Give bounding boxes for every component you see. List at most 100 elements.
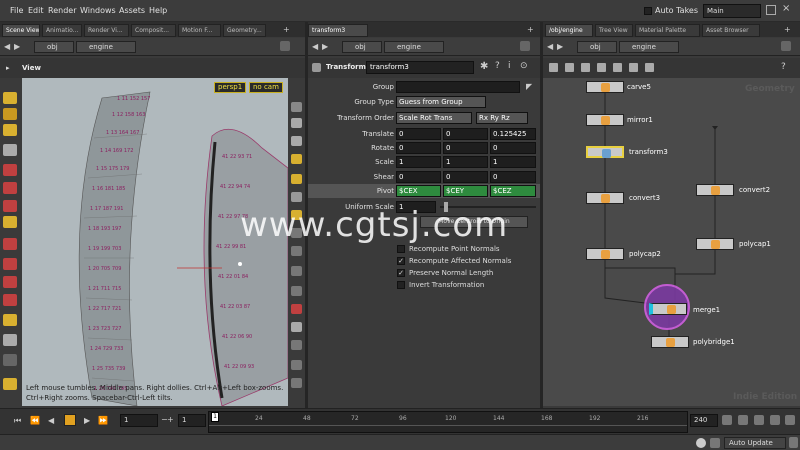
tab-render-view[interactable]: Render Vi... [84, 24, 129, 37]
menu-assets[interactable]: Assets [119, 6, 145, 15]
node-merge1[interactable] [649, 303, 687, 315]
tab-obj-engine[interactable]: /obj/engine [545, 24, 593, 37]
group-type-select[interactable]: Guess from Group [396, 96, 486, 108]
bulb-icon[interactable] [291, 174, 302, 184]
snap-tool-icon[interactable] [3, 258, 17, 270]
checkmark-icon[interactable]: ✓ [397, 269, 405, 277]
handle-tool-icon[interactable] [3, 216, 17, 228]
audio-icon[interactable] [754, 415, 764, 425]
menu-render[interactable]: Render [48, 6, 76, 15]
rotate-x-field[interactable]: 0 [396, 142, 441, 154]
close-icon[interactable]: × [782, 3, 790, 14]
zoom-icon[interactable] [645, 63, 654, 72]
start-frame-field[interactable]: 1 [178, 414, 206, 427]
recompute-point-normals-checkbox[interactable]: Recompute Point Normals [397, 245, 500, 253]
grid-snap-icon[interactable] [3, 276, 17, 288]
menu-windows[interactable]: Windows [80, 6, 116, 15]
select-groups-icon[interactable] [3, 108, 17, 120]
playhead-marker[interactable]: 1 [211, 412, 219, 422]
magnet-tool-icon[interactable] [3, 238, 17, 250]
back-icon[interactable]: ◀ [312, 42, 318, 51]
auto-takes-checkbox[interactable] [644, 7, 652, 15]
hidden-lines-icon[interactable] [291, 304, 302, 314]
tab-animation[interactable]: Animatio... [42, 24, 82, 37]
viewport-menu-icon[interactable]: ▸ [6, 64, 10, 72]
tab-geometry[interactable]: Geometry... [223, 24, 266, 37]
scale-y-field[interactable]: 1 [443, 156, 488, 168]
menu-help[interactable]: Help [149, 6, 167, 15]
keys-icon[interactable] [738, 415, 748, 425]
forward-icon[interactable]: ▶ [322, 42, 328, 51]
tab-motion-fx[interactable]: Motion F... [178, 24, 221, 37]
preserve-normal-length-checkbox[interactable]: ✓ Preserve Normal Length [397, 269, 493, 277]
network-editor[interactable]: carve5 mirror1 transform3 convert3 conve… [543, 78, 800, 406]
tab-material-palette[interactable]: Material Palette [635, 24, 700, 37]
translate-z-field[interactable]: 0.125425 [490, 128, 536, 140]
shading-icon[interactable] [291, 192, 302, 202]
step-back-icon[interactable]: ⏪ [30, 416, 40, 425]
pivot-y-field[interactable]: $CEY [443, 185, 488, 197]
quickmark-icon[interactable] [629, 63, 638, 72]
path-obj[interactable]: obj [34, 41, 74, 53]
scale-x-field[interactable]: 1 [396, 156, 441, 168]
play-reverse-icon[interactable]: ◀ [48, 416, 54, 425]
node-polybridge1[interactable] [651, 336, 689, 348]
current-frame-field[interactable]: 1 [120, 414, 158, 427]
path-obj[interactable]: obj [342, 41, 382, 53]
scale-z-field[interactable]: 1 [490, 156, 536, 168]
tree-icon[interactable] [613, 63, 622, 72]
point-numbers-icon[interactable] [291, 266, 302, 276]
camera-menu[interactable]: persp1 [214, 82, 247, 93]
info-icon[interactable]: i [508, 61, 511, 71]
pose-tool-icon[interactable] [3, 314, 17, 326]
forward-icon[interactable]: ▶ [557, 42, 563, 51]
node-polycap1[interactable] [696, 238, 734, 250]
tab-scene-view[interactable]: Scene View [2, 24, 40, 37]
add-tab-icon[interactable]: + [283, 25, 290, 34]
tab-composite[interactable]: Composit... [131, 24, 176, 37]
ghost-icon[interactable] [291, 136, 302, 146]
node-carve5[interactable] [586, 81, 624, 93]
node-convert2[interactable] [696, 184, 734, 196]
pivot-z-field[interactable]: $CEZ [490, 185, 536, 197]
tab-transform3[interactable]: transform3 [308, 24, 368, 37]
node-mirror1[interactable] [586, 114, 624, 126]
select-arrow-icon[interactable]: ◤ [526, 82, 532, 91]
pin-icon[interactable] [280, 41, 290, 51]
pointer-tool-icon[interactable] [3, 144, 17, 156]
no-cam-menu[interactable]: no cam [249, 82, 283, 93]
camera-tool-icon[interactable] [3, 354, 17, 366]
view-tool-icon[interactable] [3, 334, 17, 346]
path-engine[interactable]: engine [384, 41, 444, 53]
rotate-tool-icon[interactable] [3, 182, 17, 194]
desktop-select[interactable]: Main [703, 4, 761, 18]
frame-increment-icon[interactable]: + [167, 415, 174, 424]
tab-tree-view[interactable]: Tree View [595, 24, 633, 37]
lock-icon[interactable]: ⊙ [520, 61, 528, 71]
jump-start-icon[interactable]: ⏮ [14, 416, 21, 426]
shear-x-field[interactable]: 0 [396, 171, 441, 183]
select-points-icon[interactable] [3, 124, 17, 136]
performance-icon[interactable] [710, 438, 720, 448]
stop-icon[interactable] [64, 414, 76, 426]
step-forward-icon[interactable]: ⏩ [98, 416, 108, 425]
add-tab-icon[interactable]: + [784, 25, 791, 34]
node-polycap2[interactable] [586, 248, 624, 260]
menu-edit[interactable]: Edit [28, 6, 44, 15]
forward-icon[interactable]: ▶ [14, 42, 20, 51]
checkmark-icon[interactable]: ✓ [397, 257, 405, 265]
pivot-x-field[interactable]: $CEX [396, 185, 441, 197]
pin-icon[interactable] [781, 41, 791, 51]
pane-divider[interactable] [540, 22, 543, 408]
checkbox-box[interactable] [397, 281, 405, 289]
lock-icon[interactable] [291, 118, 302, 128]
shear-z-field[interactable]: 0 [490, 171, 536, 183]
help-icon[interactable]: ? [781, 62, 786, 72]
template-icon[interactable] [291, 322, 302, 332]
add-node-icon[interactable] [549, 63, 558, 72]
list-icon[interactable] [597, 63, 606, 72]
key-icon[interactable] [722, 415, 732, 425]
back-icon[interactable]: ◀ [547, 42, 553, 51]
prim-numbers-icon[interactable] [291, 286, 302, 296]
grid-icon[interactable] [581, 63, 590, 72]
